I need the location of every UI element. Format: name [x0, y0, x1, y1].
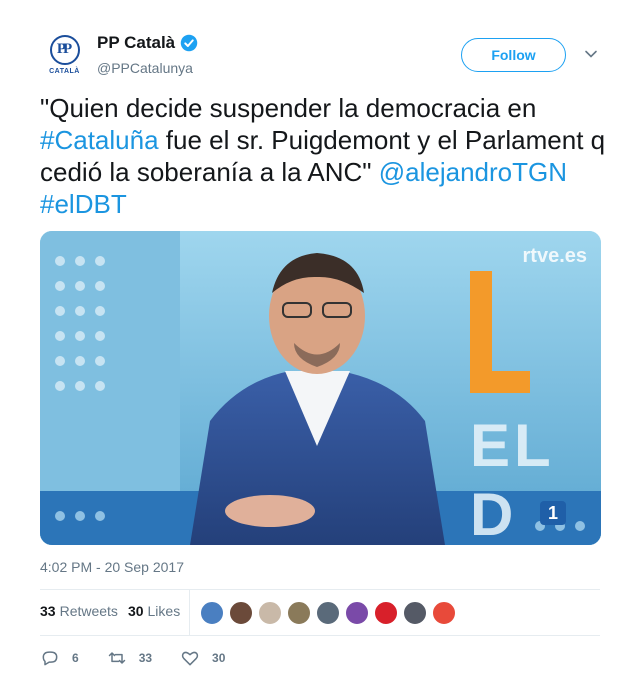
account-names: PP Català @PPCatalunya — [97, 33, 198, 76]
likes-count: 30 — [127, 603, 144, 619]
hashtag-link-cataluna[interactable]: #Cataluña — [40, 125, 159, 155]
retweet-count: 33 — [138, 651, 153, 665]
pp-logo: PP — [49, 34, 80, 65]
liker-avatar[interactable] — [374, 601, 398, 625]
liker-avatar[interactable] — [432, 601, 456, 625]
chevron-down-icon[interactable] — [583, 46, 599, 62]
avatar[interactable]: PP CATALÀ — [40, 30, 89, 79]
stats-separator — [189, 590, 190, 636]
reply-icon — [42, 651, 58, 666]
reply-action[interactable]: 6 — [40, 648, 79, 668]
divider — [40, 589, 600, 590]
liker-avatar[interactable] — [403, 601, 427, 625]
avatar-caption: CATALÀ — [49, 67, 80, 75]
channel-badge: 1 — [540, 501, 566, 525]
follow-button[interactable]: Follow — [461, 38, 566, 72]
liker-avatar[interactable] — [229, 601, 253, 625]
like-count: 30 — [212, 651, 226, 665]
hashtag-link-eldbt[interactable]: #elDBT — [40, 189, 127, 219]
liker-avatar[interactable] — [345, 601, 369, 625]
likes-stat[interactable]: 30 Likes — [128, 603, 180, 619]
liker-avatar[interactable] — [316, 601, 340, 625]
retweet-icon — [108, 652, 125, 664]
rtve-watermark: rtve.es — [522, 245, 588, 267]
divider — [40, 635, 600, 636]
retweets-count: 33 — [40, 603, 56, 619]
engagement-stats: 33 Retweets 30 Likes — [40, 603, 180, 619]
likes-label: Likes — [147, 603, 181, 619]
reply-count: 6 — [72, 651, 79, 665]
retweets-label: Retweets — [59, 603, 118, 619]
display-name[interactable]: PP Català — [97, 33, 175, 53]
retweets-stat[interactable]: 33 Retweets — [40, 603, 118, 619]
tweet-actions: 6 33 30 — [40, 648, 253, 668]
like-action[interactable]: 30 — [180, 648, 225, 668]
account-handle[interactable]: @PPCatalunya — [97, 60, 198, 76]
heart-icon — [181, 651, 199, 666]
display-name-row[interactable]: PP Català — [97, 33, 198, 53]
tweet-text-part: "Quien decide suspender la democracia en — [40, 93, 537, 123]
liker-avatars — [200, 601, 456, 625]
liker-avatar[interactable] — [200, 601, 224, 625]
tweet-media-image[interactable]: rtve.es EL D 1 — [40, 231, 601, 545]
liker-avatar[interactable] — [287, 601, 311, 625]
retweet-action[interactable]: 33 — [107, 648, 152, 668]
tweet-card: PP CATALÀ PP Català @PPCatalunya Follow … — [0, 0, 640, 698]
studio-backdrop-text: EL D — [470, 412, 554, 545]
tweet-timestamp[interactable]: 4:02 PM - 20 Sep 2017 — [40, 559, 184, 575]
verified-badge-icon — [180, 34, 198, 52]
liker-avatar[interactable] — [258, 601, 282, 625]
mention-link-alejandrotgn[interactable]: @alejandroTGN — [379, 157, 567, 187]
tweet-text: "Quien decide suspender la democracia en… — [40, 92, 610, 220]
